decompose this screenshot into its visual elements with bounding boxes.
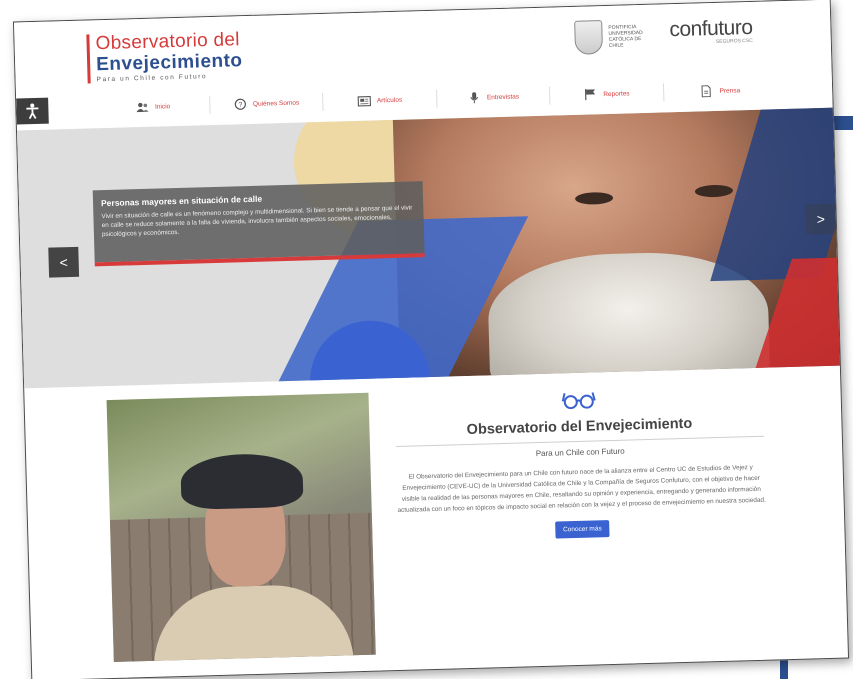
hero-caption-text: Vivir en situación de calle es un fenóme… <box>101 204 413 239</box>
logo-line2: Envejecimiento <box>95 50 243 76</box>
svg-text:?: ? <box>238 102 242 109</box>
website-screenshot: Observatorio del Envejecimiento Para un … <box>12 0 850 679</box>
observatorio-logo[interactable]: Observatorio del Envejecimiento Para un … <box>86 29 244 84</box>
nav-label: Quiénes Somos <box>252 99 300 108</box>
nav-item-reportes[interactable]: Reportes <box>549 83 664 105</box>
nav-item-inicio[interactable]: Inicio <box>96 96 211 118</box>
about-section: Observatorio del Envejecimiento Para un … <box>388 384 772 544</box>
hero-caption[interactable]: Personas mayores en situación de calle V… <box>92 181 425 263</box>
carousel-next-button[interactable]: > <box>805 203 837 235</box>
nav-item-prensa[interactable]: Prensa <box>663 80 776 101</box>
microphone-icon <box>467 92 481 104</box>
uc-name: PONTIFICIA UNIVERSIDAD CATÓLICA DE CHILE <box>608 24 643 49</box>
flag-icon <box>583 89 597 101</box>
hero-carousel: Personas mayores en situación de calle V… <box>12 107 846 389</box>
site-header: Observatorio del Envejecimiento Para un … <box>13 0 833 125</box>
elderly-man-photo <box>106 392 376 662</box>
glasses-icon <box>388 384 768 417</box>
learn-more-button[interactable]: Conocer más <box>554 520 610 539</box>
decorative-accent-bar <box>780 658 788 679</box>
chevron-right-icon: > <box>816 210 826 228</box>
newspaper-icon <box>357 95 371 107</box>
uc-crest-icon <box>574 20 604 55</box>
about-title: Observatorio del Envejecimiento <box>395 413 764 448</box>
photo-cap <box>180 452 304 511</box>
nav-label: Inicio <box>154 102 171 111</box>
uc-logo[interactable]: PONTIFICIA UNIVERSIDAD CATÓLICA DE CHILE <box>574 19 655 55</box>
nav-item-entrevistas[interactable]: Entrevistas <box>436 86 551 108</box>
question-icon: ? <box>233 98 247 110</box>
nav-label: Prensa <box>719 86 741 95</box>
nav-label: Reportes <box>603 89 630 98</box>
carousel-prev-button[interactable]: < <box>48 246 80 278</box>
accessibility-button[interactable] <box>16 97 49 125</box>
users-icon <box>135 101 149 112</box>
confuturo-logo[interactable]: confuturo SEGUROS CSC <box>669 16 753 46</box>
chevron-left-icon: < <box>59 254 69 271</box>
about-description: El Observatorio del Envejecimiento para … <box>397 464 766 514</box>
nav-label: Artículos <box>376 96 403 104</box>
nav-label: Entrevistas <box>486 92 520 101</box>
document-icon <box>699 85 713 98</box>
accessibility-icon <box>26 103 39 120</box>
decorative-accent-bar <box>833 116 853 130</box>
nav-item-quienes-somos[interactable]: ? Quiénes Somos <box>209 92 324 115</box>
nav-item-articulos[interactable]: Artículos <box>323 89 438 111</box>
